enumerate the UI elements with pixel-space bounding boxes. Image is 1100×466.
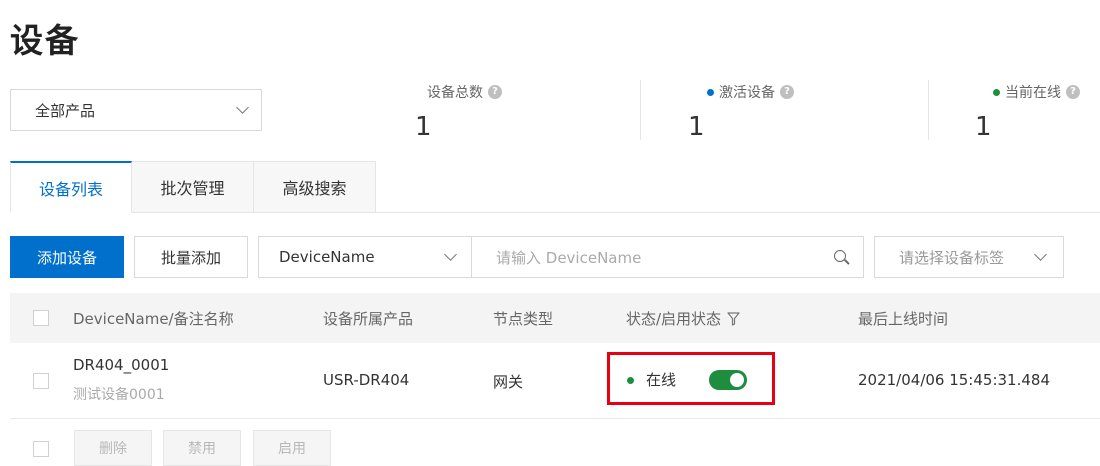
device-node-type: 网关 <box>493 373 524 391</box>
column-product: 设备所属产品 <box>323 310 414 328</box>
stat-activated-value: 1 <box>688 112 705 142</box>
status-dot-icon <box>993 88 1000 96</box>
enable-toggle[interactable] <box>709 370 747 390</box>
stat-online-value: 1 <box>975 112 992 142</box>
device-product[interactable]: USR-DR404 <box>323 371 409 389</box>
stat-total: 设备总数 ? 1 <box>415 80 502 142</box>
delete-button[interactable]: 删除 <box>74 430 152 466</box>
chevron-down-icon <box>1034 248 1047 261</box>
tag-select[interactable]: 请选择设备标签 <box>874 236 1064 278</box>
stat-activated: 激活设备 ? 1 <box>688 80 794 142</box>
stat-divider <box>640 80 641 140</box>
tab-device-list[interactable]: 设备列表 <box>10 161 132 213</box>
column-status: 状态/启用状态 <box>626 310 722 328</box>
tag-select-placeholder: 请选择设备标签 <box>899 248 1005 267</box>
help-icon[interactable]: ? <box>780 85 794 99</box>
tabs-divider <box>374 212 1100 213</box>
status-dot-icon <box>707 88 714 96</box>
page-title: 设备 <box>10 21 80 60</box>
disable-button[interactable]: 禁用 <box>163 430 241 466</box>
product-select-value: 全部产品 <box>35 101 96 120</box>
batch-add-button[interactable]: 批量添加 <box>134 236 248 278</box>
stat-activated-label: 激活设备 <box>719 85 775 101</box>
device-remark: 测试设备0001 <box>73 387 165 403</box>
row-checkbox[interactable] <box>33 373 49 389</box>
chevron-down-icon <box>236 101 249 114</box>
search-placeholder: 请输入 DeviceName <box>496 248 642 267</box>
stat-divider <box>928 80 929 140</box>
tab-advanced-search[interactable]: 高级搜索 <box>254 161 376 213</box>
table-row: DR404_0001 测试设备0001 USR-DR404 网关 2021/04… <box>10 343 1100 419</box>
select-all-checkbox[interactable] <box>33 310 49 326</box>
status-highlight-box: 在线 <box>607 352 775 405</box>
chevron-down-icon <box>444 248 457 261</box>
stat-total-label: 设备总数 <box>427 85 483 101</box>
product-select[interactable]: 全部产品 <box>10 89 262 131</box>
column-device-name: DeviceName/备注名称 <box>73 310 234 328</box>
search-input[interactable]: 请输入 DeviceName <box>472 236 864 278</box>
status-online-text: 在线 <box>646 371 677 389</box>
tab-bar: 设备列表 批次管理 高级搜索 <box>10 161 376 213</box>
search-field-value: DeviceName <box>279 248 375 266</box>
stat-online: 当前在线 ? 1 <box>975 80 1080 142</box>
search-icon[interactable] <box>834 249 849 265</box>
stat-online-label: 当前在线 <box>1005 85 1061 101</box>
search-field-select[interactable]: DeviceName <box>258 236 472 278</box>
tab-batch-management[interactable]: 批次管理 <box>132 161 254 213</box>
help-icon[interactable]: ? <box>488 85 502 99</box>
help-icon[interactable]: ? <box>1066 85 1080 99</box>
device-name[interactable]: DR404_0001 <box>73 356 169 374</box>
online-dot-icon <box>627 377 634 384</box>
stat-total-value: 1 <box>415 112 432 142</box>
device-last-online: 2021/04/06 15:45:31.484 <box>858 371 1050 389</box>
enable-button[interactable]: 启用 <box>253 430 331 466</box>
column-last-online: 最后上线时间 <box>858 310 949 328</box>
column-node-type: 节点类型 <box>493 310 554 328</box>
bulk-select-checkbox[interactable] <box>33 441 49 457</box>
table-header: DeviceName/备注名称 设备所属产品 节点类型 状态/启用状态 最后上线… <box>10 293 1100 343</box>
filter-icon[interactable] <box>727 311 740 326</box>
toggle-knob <box>730 373 744 387</box>
add-device-button[interactable]: 添加设备 <box>10 236 124 278</box>
